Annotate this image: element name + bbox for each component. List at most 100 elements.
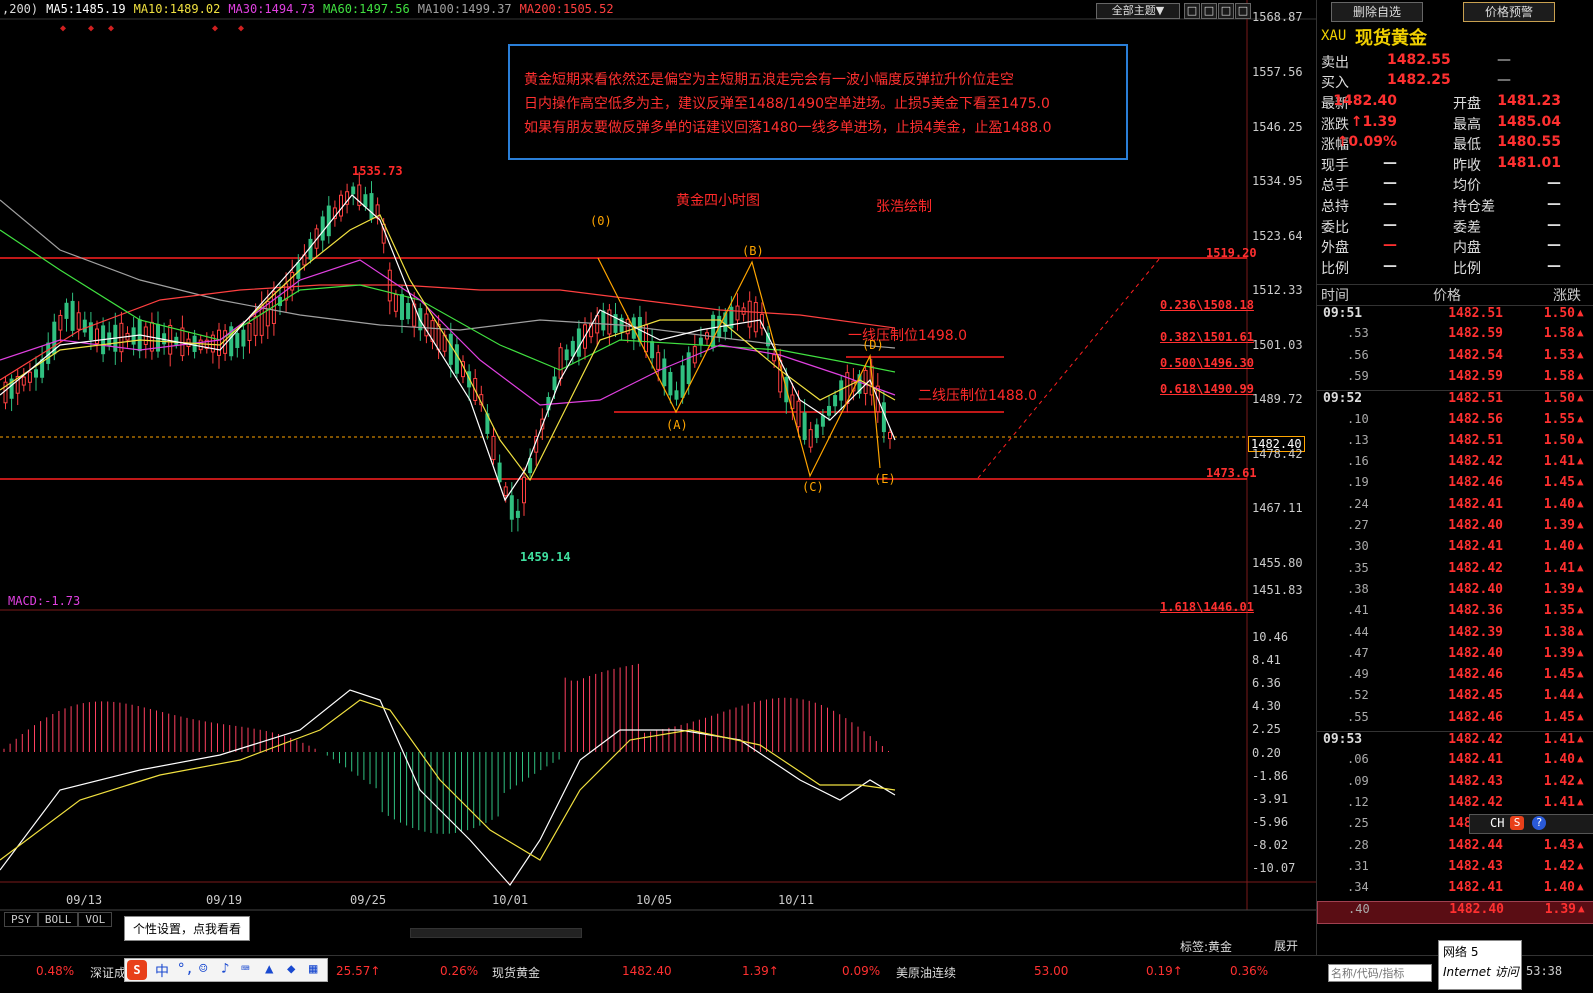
quote-cell: 1480.55 — [1497, 134, 1561, 151]
tick-row[interactable]: .56 1482.54 1.53 ▲ — [1317, 348, 1593, 369]
chart-area[interactable]: ◆ ◆ ◆ ◆ ◆ ,200) MA5:1485.19 MA10:1489.02 MA30:1… — [0, 0, 1316, 955]
price-alert-button[interactable]: 价格预警 — [1463, 2, 1555, 22]
up-arrow-icon: ▲ — [1577, 688, 1584, 702]
tick-row[interactable]: .16 1482.42 1.41 ▲ — [1317, 454, 1593, 475]
quote-cell: — — [1383, 154, 1397, 171]
tick-change: 1.41 — [1543, 732, 1575, 747]
tick-row[interactable]: .10 1482.56 1.55 ▲ — [1317, 412, 1593, 433]
tick-row[interactable]: .27 1482.40 1.39 ▲ — [1317, 518, 1593, 539]
tick-row[interactable]: .13 1482.51 1.50 ▲ — [1317, 433, 1593, 454]
ime-label: CH — [1490, 816, 1505, 830]
emoji-icon[interactable]: ☺ — [199, 961, 207, 977]
price-axis-label: 1557.56 — [1252, 65, 1303, 79]
scroll-strip[interactable] — [410, 928, 582, 938]
tick-time: .44 — [1347, 624, 1369, 639]
tick-row[interactable]: .34 1482.41 1.40 ▲ — [1317, 880, 1593, 901]
tab-boll[interactable]: BOLL — [37, 912, 79, 927]
candle-body — [168, 324, 173, 355]
up-arrow-icon: ▲ — [1577, 391, 1584, 405]
grid-icon[interactable]: ▦ — [309, 961, 317, 977]
up-arrow-icon: ▲ — [1577, 732, 1584, 745]
toolbox-icon[interactable]: ◆ — [287, 961, 295, 977]
tick-price: 1482.45 — [1448, 688, 1503, 704]
remove-watchlist-button[interactable]: 删除自选 — [1331, 2, 1423, 22]
tick-row[interactable]: .53 1482.59 1.58 ▲ — [1317, 326, 1593, 347]
wave-line — [597, 257, 881, 478]
expand-button[interactable]: 展开 — [1274, 937, 1298, 954]
tick-row[interactable]: .47 1482.40 1.39 ▲ — [1317, 646, 1593, 667]
search-input[interactable] — [1328, 964, 1432, 982]
keyboard-icon[interactable]: ⌨ — [241, 961, 249, 977]
candle-body — [27, 371, 32, 383]
toolbar-button-2[interactable]: □ — [1201, 3, 1217, 19]
ticker-item: 25.57↑ — [336, 964, 381, 978]
tick-row[interactable]: .41 1482.36 1.35 ▲ — [1317, 603, 1593, 624]
tick-time: .16 — [1347, 454, 1369, 469]
ime-toolbar[interactable]: CH S ? — [1469, 814, 1593, 834]
up-arrow-icon: ▲ — [1577, 347, 1584, 361]
punctuation-icon[interactable]: °, — [177, 961, 194, 977]
wave-label-d: (D) — [862, 338, 884, 352]
tick-change: 1.44 — [1543, 688, 1575, 704]
tick-row[interactable]: .28 1482.44 1.43 ▲ — [1317, 838, 1593, 859]
tick-row[interactable]: 09:52 1482.51 1.50 ▲ — [1317, 390, 1593, 412]
tick-row[interactable]: .24 1482.41 1.40 ▲ — [1317, 497, 1593, 518]
sogou-icon[interactable]: S — [1510, 816, 1524, 830]
chinese-mode-icon[interactable]: 中 — [155, 961, 169, 981]
tick-price: 1482.42 — [1448, 794, 1503, 810]
tick-row[interactable]: .35 1482.42 1.41 ▲ — [1317, 561, 1593, 582]
tick-row[interactable]: .52 1482.45 1.44 ▲ — [1317, 688, 1593, 709]
tick-row[interactable]: 09:53 1482.42 1.41 ▲ — [1317, 731, 1593, 753]
sogou-icon[interactable]: S — [127, 960, 147, 980]
tick-change: 1.40 — [1543, 752, 1575, 768]
tick-row[interactable]: .06 1482.41 1.40 ▲ — [1317, 752, 1593, 773]
ma-legend: ,200) MA5:1485.19 MA10:1489.02 MA30:1494.73… — [2, 2, 622, 16]
tick-row[interactable]: .38 1482.40 1.39 ▲ — [1317, 582, 1593, 603]
toolbar-button-3[interactable]: □ — [1218, 3, 1234, 19]
tick-row[interactable]: .44 1482.39 1.38 ▲ — [1317, 625, 1593, 646]
up-arrow-icon: ▲ — [1577, 880, 1584, 894]
up-arrow-icon: ▲ — [1577, 454, 1584, 468]
quote-cell: — — [1547, 257, 1561, 274]
candle-body — [698, 337, 703, 345]
tick-row[interactable]: .55 1482.46 1.45 ▲ — [1317, 710, 1593, 731]
tick-price: 1482.56 — [1448, 411, 1503, 427]
symbol-name: 现货黄金 — [1355, 28, 1427, 49]
tick-row[interactable]: .30 1482.41 1.40 ▲ — [1317, 539, 1593, 560]
quote-cell: 昨收 — [1453, 157, 1481, 174]
ime-bar[interactable]: S 中 °, ☺ ♪ ⌨ ▲ ◆ ▦ — [124, 958, 328, 982]
x-axis-label: 09/19 — [206, 893, 243, 907]
toolbar-button-1[interactable]: □ — [1184, 3, 1200, 19]
tick-row[interactable]: .31 1482.43 1.42 ▲ — [1317, 859, 1593, 880]
toolbar-button-4[interactable]: □ — [1235, 3, 1251, 19]
skin-icon[interactable]: ▲ — [265, 961, 273, 977]
tick-row[interactable]: .40 1482.40 1.39 ▲ — [1317, 901, 1593, 925]
theme-dropdown[interactable]: 全部主题▼ — [1096, 3, 1180, 19]
candle-body — [680, 365, 685, 398]
tick-price: 1482.59 — [1448, 326, 1503, 342]
tick-row[interactable]: 09:51 1482.51 1.50 ▲ — [1317, 305, 1593, 327]
voice-icon[interactable]: ♪ — [221, 961, 229, 977]
tick-row[interactable]: .09 1482.43 1.42 ▲ — [1317, 774, 1593, 795]
tick-row[interactable]: .49 1482.46 1.45 ▲ — [1317, 667, 1593, 688]
tick-row[interactable]: .12 1482.42 1.41 ▲ — [1317, 795, 1593, 816]
candle-body — [808, 429, 813, 448]
tick-time: .41 — [1347, 603, 1369, 618]
tick-change: 1.50 — [1543, 391, 1575, 407]
ticker-item: 1.39↑ — [742, 964, 779, 978]
macd-axis-label: 6.36 — [1252, 676, 1281, 691]
tick-row[interactable]: .59 1482.59 1.58 ▲ — [1317, 369, 1593, 390]
tick-price: 1482.51 — [1448, 432, 1503, 448]
tab-vol[interactable]: VOL — [78, 912, 113, 927]
quote-cell: — — [1383, 257, 1397, 274]
settings-tooltip[interactable]: 个性设置，点我看看 — [124, 916, 251, 941]
author-label: 张浩绘制 — [876, 199, 932, 215]
ticker-item: 美原油连续 — [896, 966, 957, 980]
macd-axis-label: 2.25 — [1252, 722, 1281, 737]
tick-price: 1482.42 — [1448, 454, 1503, 470]
tab-psy[interactable]: PSY — [4, 912, 38, 927]
candle-body — [497, 462, 502, 483]
network-popup: 网络 5 Internet 访问 — [1438, 940, 1522, 990]
help-icon[interactable]: ? — [1532, 816, 1546, 830]
tick-row[interactable]: .19 1482.46 1.45 ▲ — [1317, 475, 1593, 496]
